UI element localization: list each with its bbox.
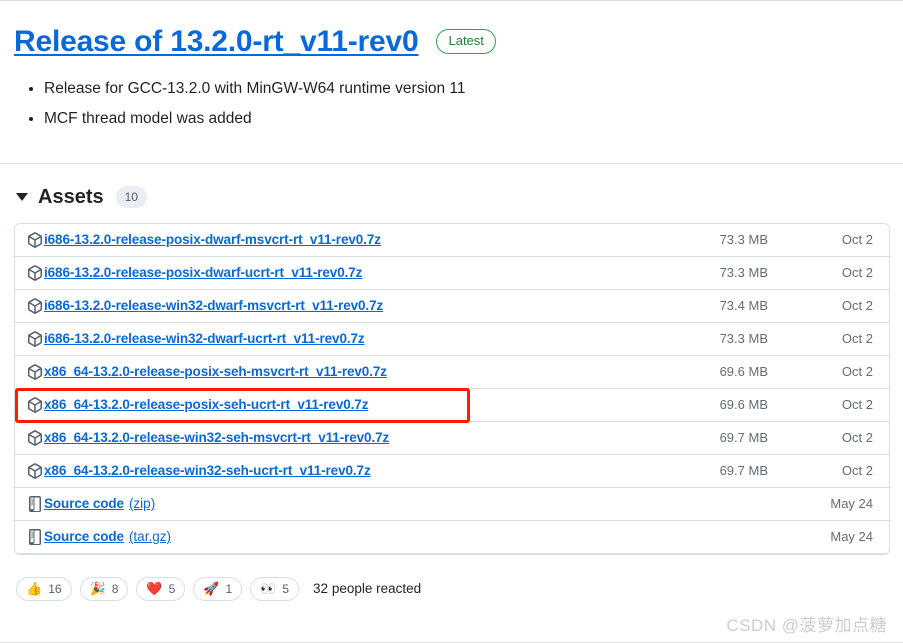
asset-name-cell: Source code (zip) [27,495,618,512]
asset-size: 73.3 MB [719,265,768,281]
asset-date: Oct 2 [841,463,873,479]
reaction-heart[interactable]: ❤️ 5 [136,576,186,601]
package-icon [27,396,43,413]
file-zip-icon [27,495,43,512]
release-title-link[interactable]: Release of 13.2.0-rt_v11-rev0 [14,23,419,61]
reactions-summary: 32 people reacted [313,581,422,597]
asset-name-link[interactable]: i686-13.2.0-release-win32-dwarf-ucrt-rt_… [44,331,365,346]
package-icon [27,330,43,347]
reaction-thumbs-up[interactable]: 👍 16 [16,576,72,601]
asset-date: May 24 [830,529,873,545]
assets-count-badge: 10 [115,186,147,209]
asset-name-link[interactable]: x86_64-13.2.0-release-win32-seh-msvcrt-r… [44,430,389,445]
release-note-item: Release for GCC-13.2.0 with MinGW-W64 ru… [44,77,903,101]
asset-date: Oct 2 [841,331,873,347]
asset-name-cell: Source code (tar.gz) [27,528,618,545]
asset-row[interactable]: x86_64-13.2.0-release-win32-seh-msvcrt-r… [15,422,889,455]
package-icon [27,297,43,314]
asset-name-cell: x86_64-13.2.0-release-posix-seh-msvcrt-r… [27,363,618,380]
asset-name-link[interactable]: Source code [44,529,124,544]
asset-name-cell: x86_64-13.2.0-release-win32-seh-msvcrt-r… [27,429,618,446]
reaction-count: 1 [225,581,233,596]
asset-name-cell: i686-13.2.0-release-win32-dwarf-ucrt-rt_… [27,330,618,347]
package-icon [27,264,43,281]
asset-name-cell: x86_64-13.2.0-release-win32-seh-ucrt-rt_… [27,462,618,479]
asset-date: Oct 2 [841,397,873,413]
assets-list: i686-13.2.0-release-posix-dwarf-msvcrt-r… [14,222,890,555]
asset-name-suffix[interactable]: (zip) [129,496,155,511]
reaction-count: 16 [48,581,62,596]
asset-size: 69.7 MB [719,463,768,479]
asset-name-link[interactable]: i686-13.2.0-release-win32-dwarf-msvcrt-r… [44,298,383,313]
asset-size: 69.6 MB [719,397,768,413]
asset-size: 73.4 MB [719,298,768,314]
package-icon [27,462,43,479]
asset-row[interactable]: Source code (zip) May 24 [15,488,889,521]
package-icon [27,429,43,446]
assets-label: Assets [38,185,104,208]
reaction-rocket[interactable]: 🚀 1 [193,576,243,601]
reaction-count: 8 [111,581,119,596]
asset-name-suffix[interactable]: (tar.gz) [129,529,171,544]
asset-date: Oct 2 [841,364,873,380]
reactions-bar: 👍 16 🎉 8 ❤️ 5 🚀 1 👀 5 32 people reacted [0,555,903,601]
asset-date: Oct 2 [841,232,873,248]
package-icon [27,231,43,248]
asset-name-cell: i686-13.2.0-release-posix-dwarf-msvcrt-r… [27,231,618,248]
reaction-party-popper[interactable]: 🎉 8 [79,576,129,601]
release-notes-list: Release for GCC-13.2.0 with MinGW-W64 ru… [0,77,903,131]
asset-date: May 24 [830,496,873,512]
asset-name-cell: i686-13.2.0-release-posix-dwarf-ucrt-rt_… [27,264,618,281]
rocket-icon: 🚀 [203,581,220,597]
reaction-pill-group: 👍 16 🎉 8 ❤️ 5 🚀 1 👀 5 [16,576,300,601]
eyes-icon: 👀 [260,581,277,597]
asset-row[interactable]: i686-13.2.0-release-win32-dwarf-msvcrt-r… [15,290,889,323]
asset-name-link[interactable]: i686-13.2.0-release-posix-dwarf-ucrt-rt_… [44,265,362,280]
asset-row[interactable]: i686-13.2.0-release-win32-dwarf-ucrt-rt_… [15,323,889,356]
release-note-item: MCF thread model was added [44,107,903,131]
package-icon [27,363,43,380]
asset-name-link[interactable]: Source code [44,496,124,511]
asset-date: Oct 2 [841,298,873,314]
party-popper-icon: 🎉 [89,581,106,597]
asset-row[interactable]: i686-13.2.0-release-posix-dwarf-ucrt-rt_… [15,257,889,290]
asset-name-link[interactable]: i686-13.2.0-release-posix-dwarf-msvcrt-r… [44,232,381,247]
asset-name-link[interactable]: x86_64-13.2.0-release-posix-seh-msvcrt-r… [44,364,387,379]
asset-size: 69.6 MB [719,364,768,380]
asset-size: 73.3 MB [719,232,768,248]
asset-row[interactable]: i686-13.2.0-release-posix-dwarf-msvcrt-r… [15,224,889,257]
heart-icon: ❤️ [146,581,163,597]
reaction-eyes[interactable]: 👀 5 [250,576,300,601]
reaction-count: 5 [168,581,176,596]
asset-name-cell: x86_64-13.2.0-release-posix-seh-ucrt-rt_… [27,396,618,413]
asset-name-link[interactable]: x86_64-13.2.0-release-win32-seh-ucrt-rt_… [44,463,371,478]
asset-date: Oct 2 [841,265,873,281]
assets-section-header[interactable]: Assets 10 [0,164,903,223]
asset-row[interactable]: x86_64-13.2.0-release-posix-seh-ucrt-rt_… [15,389,889,422]
asset-row[interactable]: x86_64-13.2.0-release-win32-seh-ucrt-rt_… [15,455,889,488]
csdn-watermark: CSDN @菠萝加点糖 [726,616,887,635]
release-header: Release of 13.2.0-rt_v11-rev0 Latest [0,1,903,61]
file-zip-icon [27,528,43,545]
asset-row[interactable]: Source code (tar.gz) May 24 [15,521,889,554]
asset-size: 73.3 MB [719,331,768,347]
latest-badge: Latest [436,29,496,55]
thumbs-up-icon: 👍 [26,581,43,597]
chevron-down-icon[interactable] [16,193,28,202]
asset-name-link[interactable]: x86_64-13.2.0-release-posix-seh-ucrt-rt_… [44,397,368,412]
reaction-count: 5 [282,581,290,596]
asset-date: Oct 2 [841,430,873,446]
asset-row[interactable]: x86_64-13.2.0-release-posix-seh-msvcrt-r… [15,356,889,389]
asset-size: 69.7 MB [719,430,768,446]
asset-name-cell: i686-13.2.0-release-win32-dwarf-msvcrt-r… [27,297,618,314]
